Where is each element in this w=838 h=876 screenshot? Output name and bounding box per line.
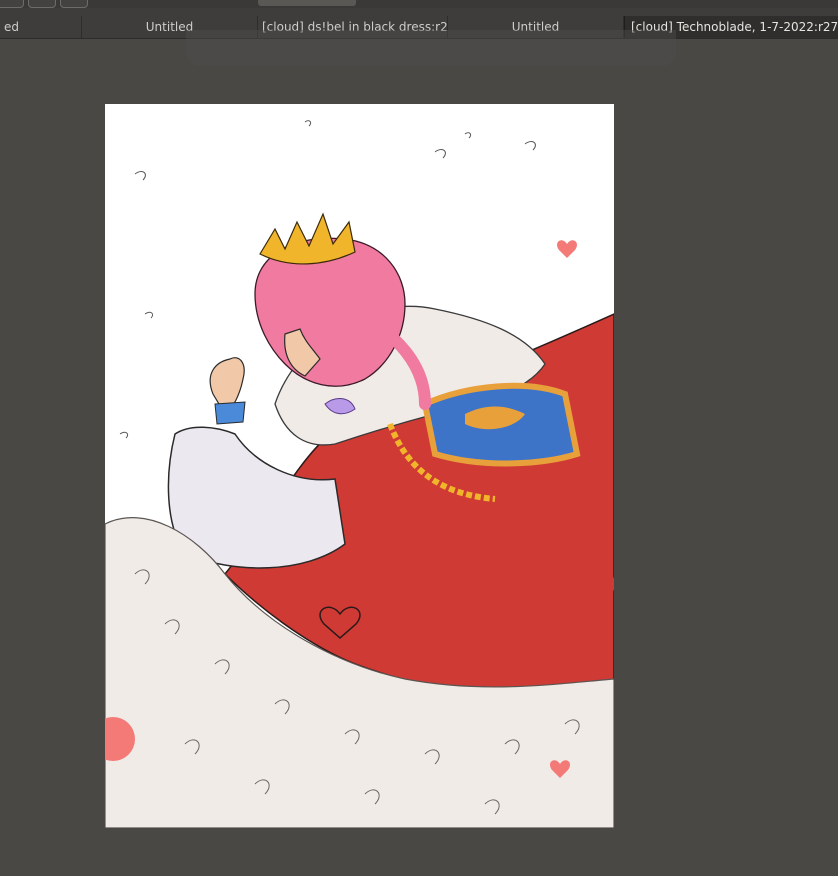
tab-untitled-1[interactable]: ed	[0, 16, 82, 38]
drawing-canvas[interactable]	[105, 104, 614, 828]
floating-panel-ghost	[186, 30, 676, 66]
vertical-scrollbar[interactable]	[832, 39, 838, 876]
crown-shape	[259, 212, 356, 265]
toolbar-field[interactable]	[258, 0, 356, 6]
heart-shape	[557, 240, 577, 258]
app-window: ed Untitled [cloud] ds!bel in black dres…	[0, 0, 838, 876]
artwork-illustration	[105, 120, 614, 828]
tool-icon[interactable]	[0, 0, 24, 8]
tool-icon[interactable]	[28, 0, 56, 8]
cuff-shape	[214, 401, 246, 425]
tab-label: ed	[4, 20, 19, 34]
toolbar	[0, 0, 838, 8]
gear-icon[interactable]	[60, 0, 88, 8]
